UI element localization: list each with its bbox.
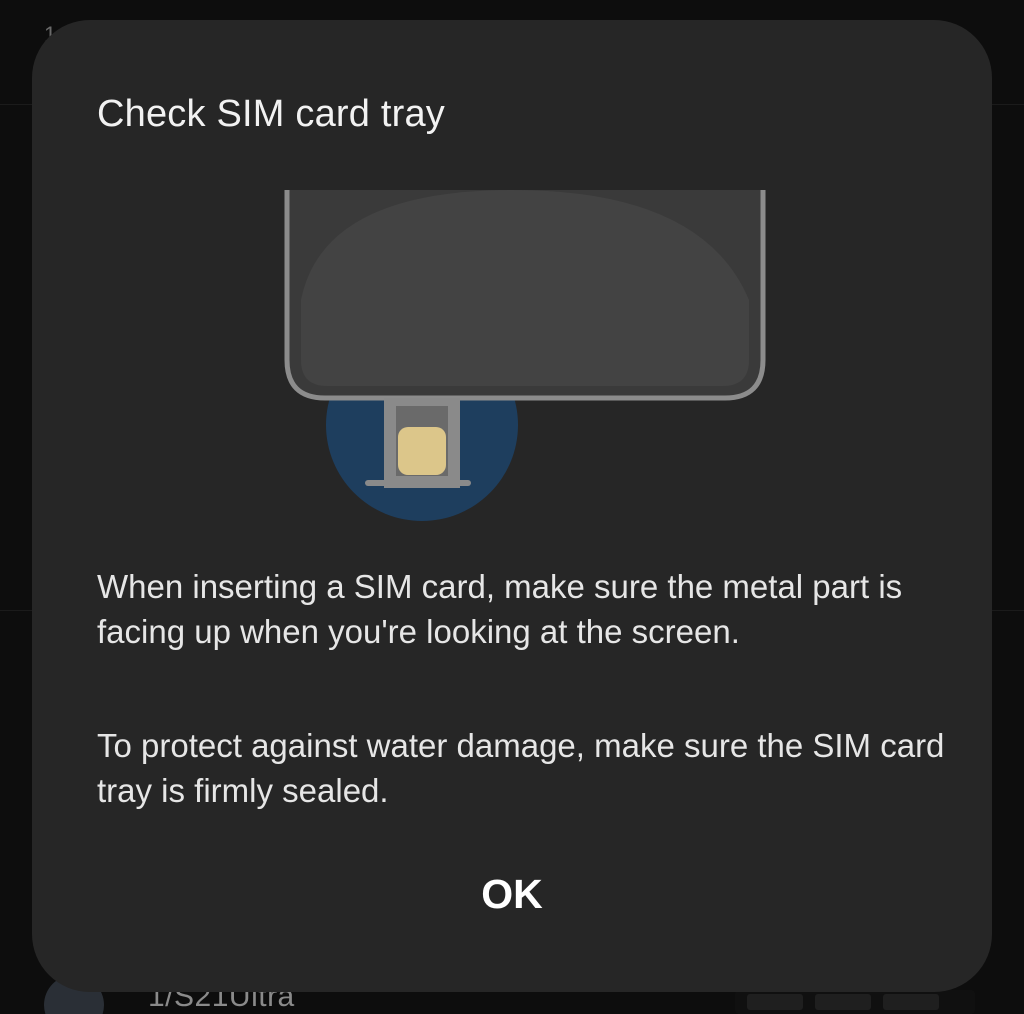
ok-button[interactable]: OK xyxy=(412,862,612,926)
instruction-text: When inserting a SIM card, make sure the… xyxy=(97,568,903,650)
sim-tray-dialog: Check SIM card tray When inserting a SIM… xyxy=(32,20,992,992)
water-warning-text: To protect against water damage, make su… xyxy=(97,727,945,809)
background-button-strip xyxy=(735,990,975,1014)
sim-chip xyxy=(398,427,446,475)
sim-tray-lip xyxy=(365,480,471,486)
phone-sim-tray-illustration xyxy=(284,190,766,521)
dialog-title: Check SIM card tray xyxy=(97,93,446,135)
